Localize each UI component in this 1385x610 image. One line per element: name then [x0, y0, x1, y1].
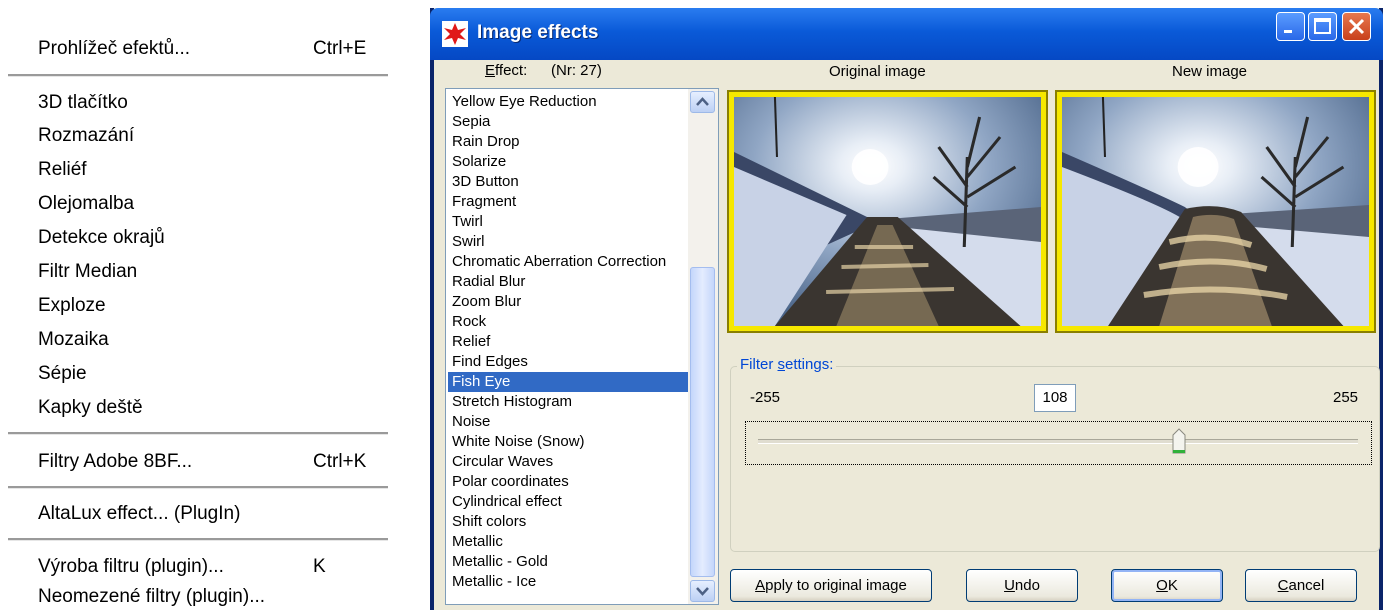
filter-settings-title: Filter settings:: [737, 356, 837, 373]
slider-handle[interactable]: [1172, 428, 1186, 455]
filter-slider[interactable]: [745, 421, 1372, 465]
menu-item-rain-drops[interactable]: Kapky deště: [38, 397, 143, 419]
ok-button-label: OK: [1156, 577, 1178, 594]
list-item[interactable]: Chromatic Aberration Correction: [452, 252, 666, 272]
list-item[interactable]: Sepia: [452, 112, 490, 132]
apply-button-label: Apply to original image: [755, 577, 907, 594]
list-item[interactable]: Rock: [452, 312, 486, 332]
list-item[interactable]: Metallic - Gold: [452, 552, 548, 572]
list-item[interactable]: Cylindrical effect: [452, 492, 562, 512]
cancel-button-label: Cancel: [1277, 577, 1325, 594]
list-item[interactable]: Stretch Histogram: [452, 392, 572, 412]
slider-track: [758, 439, 1358, 444]
menu-separator: [8, 432, 388, 435]
maximize-button[interactable]: [1308, 12, 1337, 41]
list-item[interactable]: Circular Waves: [452, 452, 553, 472]
menu-item-adobe-filters[interactable]: Filtry Adobe 8BF... Ctrl+K: [38, 451, 366, 473]
list-item-selected[interactable]: Fish Eye: [448, 372, 690, 392]
menu-item-altalux[interactable]: AltaLux effect... (PlugIn): [38, 503, 240, 525]
scroll-down-button[interactable]: [690, 580, 715, 602]
context-menu: Prohlížeč efektů... Ctrl+E 3D tlačítko R…: [0, 0, 410, 610]
menu-separator: [8, 486, 388, 489]
menu-item-sepia[interactable]: Sépie: [38, 363, 87, 385]
list-item[interactable]: Relief: [452, 332, 490, 352]
fisheye-road-photo: [1062, 97, 1369, 326]
ok-button[interactable]: OK: [1111, 569, 1223, 602]
menu-item-explode[interactable]: Exploze: [38, 295, 106, 317]
menu-item-shortcut: Ctrl+E: [313, 38, 367, 59]
menu-item-3d-button[interactable]: 3D tlačítko: [38, 92, 128, 114]
list-item[interactable]: 3D Button: [452, 172, 519, 192]
new-image-preview: [1055, 90, 1376, 333]
menu-item-filter-factory[interactable]: Výroba filtru (plugin)... K: [38, 556, 326, 578]
app-icon: [442, 21, 468, 47]
menu-item-label: Prohlížeč efektů...: [38, 38, 191, 59]
scroll-up-button[interactable]: [690, 91, 715, 113]
slider-value-field[interactable]: 108: [1034, 384, 1076, 412]
undo-button-label: Undo: [1004, 577, 1040, 594]
menu-item-unlimited-filters[interactable]: Neomezené filtry (plugin)...: [38, 586, 265, 608]
close-button[interactable]: [1342, 12, 1371, 41]
list-item[interactable]: Radial Blur: [452, 272, 525, 292]
menu-item-label: Filtry Adobe 8BF...: [38, 451, 193, 472]
effect-label: Effect:: [485, 62, 528, 79]
menu-item-label: Výroba filtru (plugin)...: [38, 556, 224, 577]
menu-separator: [8, 74, 388, 77]
menu-item-mosaic[interactable]: Mozaika: [38, 329, 109, 351]
menu-item-oil-paint[interactable]: Olejomalba: [38, 193, 134, 215]
chevron-up-icon: [696, 97, 709, 106]
menu-item-shortcut: Ctrl+K: [313, 451, 367, 472]
undo-button[interactable]: Undo: [966, 569, 1078, 602]
close-icon: [1348, 18, 1365, 35]
list-item[interactable]: Metallic - Ice: [452, 572, 536, 592]
scroll-thumb[interactable]: [690, 267, 715, 577]
original-image-label: Original image: [829, 63, 926, 80]
menu-item-relief[interactable]: Reliéf: [38, 159, 87, 181]
menu-item-effect-browser[interactable]: Prohlížeč efektů... Ctrl+E: [38, 38, 366, 60]
slider-max-label: 255: [1333, 389, 1359, 406]
list-item[interactable]: Polar coordinates: [452, 472, 569, 492]
effects-scrollbar[interactable]: [688, 89, 718, 604]
menu-separator: [8, 538, 388, 541]
minimize-icon: [1284, 30, 1292, 33]
menu-item-shortcut: K: [313, 556, 326, 577]
menu-item-edge-detect[interactable]: Detekce okrajů: [38, 227, 165, 249]
list-item[interactable]: Swirl: [452, 232, 485, 252]
dialog-titlebar[interactable]: Image effects: [430, 8, 1383, 60]
list-item[interactable]: Yellow Eye Reduction: [452, 92, 597, 112]
list-item[interactable]: White Noise (Snow): [452, 432, 585, 452]
effect-number: (Nr: 27): [551, 62, 602, 79]
maximize-icon: [1314, 18, 1331, 34]
list-item[interactable]: Rain Drop: [452, 132, 520, 152]
apply-to-original-button[interactable]: Apply to original image: [730, 569, 932, 602]
winter-road-photo: [734, 97, 1041, 326]
menu-item-median[interactable]: Filtr Median: [38, 261, 137, 283]
list-item[interactable]: Twirl: [452, 212, 483, 232]
original-image-preview: [727, 90, 1048, 333]
new-image-label: New image: [1172, 63, 1248, 80]
dialog-title: Image effects: [477, 22, 599, 43]
list-item[interactable]: Noise: [452, 412, 490, 432]
menu-item-blur[interactable]: Rozmazání: [38, 125, 134, 147]
list-item[interactable]: Metallic: [452, 532, 503, 552]
effects-listbox[interactable]: Yellow Eye Reduction Sepia Rain Drop Sol…: [445, 88, 719, 605]
chevron-down-icon: [696, 587, 709, 596]
slider-min-label: -255: [750, 389, 781, 406]
list-item[interactable]: Fragment: [452, 192, 516, 212]
list-item[interactable]: Find Edges: [452, 352, 528, 372]
list-item[interactable]: Zoom Blur: [452, 292, 521, 312]
cancel-button[interactable]: Cancel: [1245, 569, 1357, 602]
minimize-button[interactable]: [1276, 12, 1305, 41]
list-item[interactable]: Shift colors: [452, 512, 526, 532]
list-item[interactable]: Solarize: [452, 152, 506, 172]
